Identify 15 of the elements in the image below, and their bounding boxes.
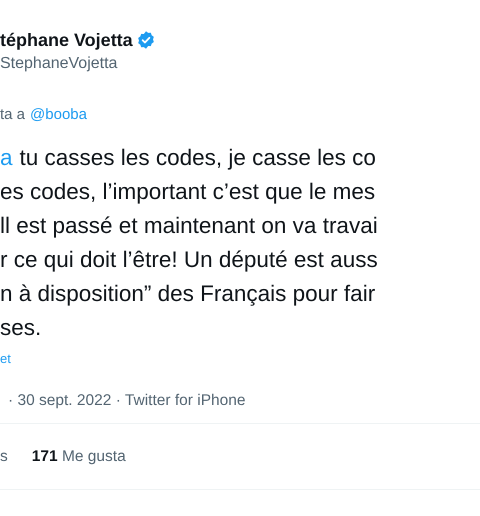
author-name[interactable]: téphane Vojetta xyxy=(0,26,133,54)
stat-label: s xyxy=(0,446,8,467)
stat-label: 171 Me gusta xyxy=(32,446,126,467)
mention-link[interactable]: @booba xyxy=(30,104,87,126)
reply-label: ta a xyxy=(0,105,26,125)
translate-link[interactable]: et xyxy=(0,349,11,369)
tweet-text-line: ll est passé et maintenant on va travai xyxy=(0,212,378,240)
tweet-text-line: tu casses les codes, je casse les co xyxy=(20,144,376,172)
tweet-text-line: es codes, l’important c’est que le mes xyxy=(0,178,376,206)
tweet-meta: · 30 sept. 2022 · Twitter for iPhone xyxy=(7,391,246,411)
tweet-text-line: r ce qui doit l’être! Un député est auss xyxy=(0,246,378,274)
tweet-text-line: n à disposition” des Français pour fair xyxy=(0,280,376,308)
author-handle[interactable]: StephaneVojetta xyxy=(0,52,118,76)
mention-link[interactable]: a xyxy=(0,141,13,175)
tweet-text-line: ses. xyxy=(0,314,42,342)
